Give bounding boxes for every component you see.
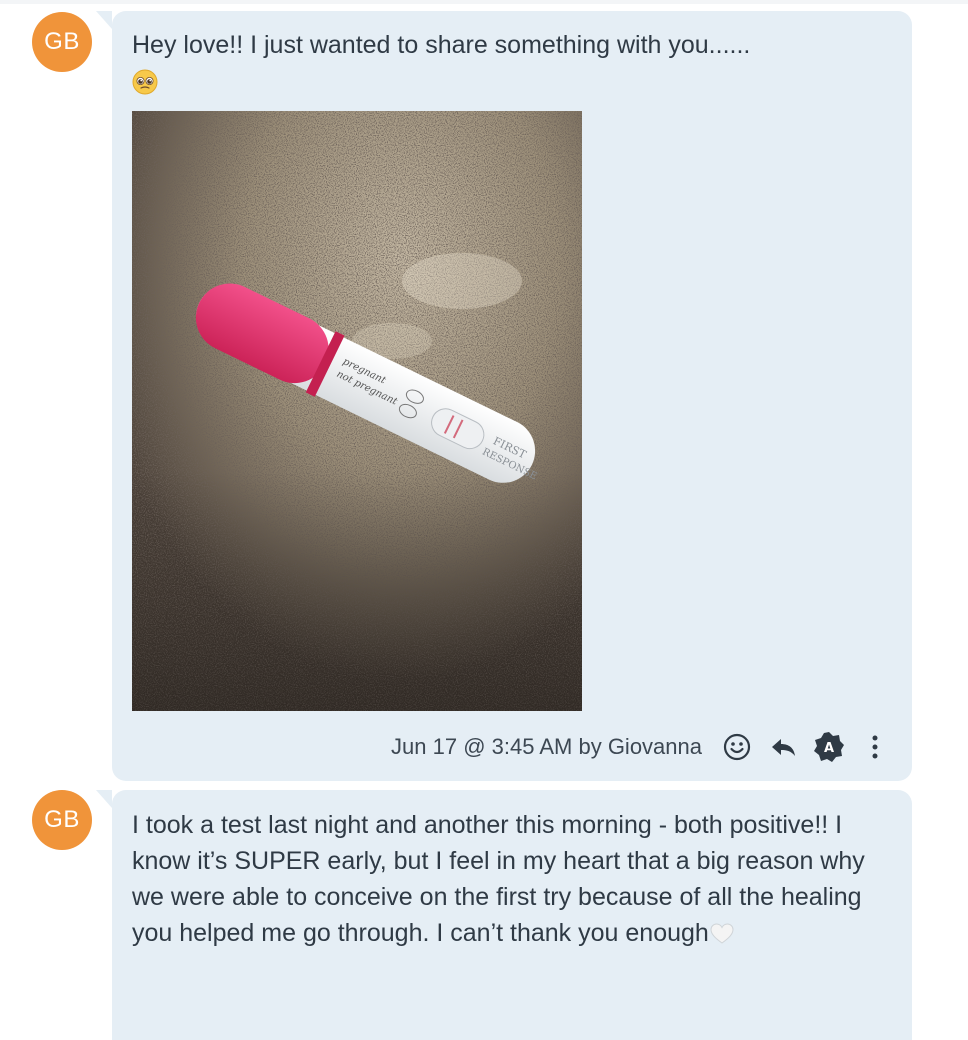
pregnancy-test-photo: pregnant not pregnant FIRST RESPONSE — [132, 111, 582, 711]
timestamp-author: Jun 17 @ 3:45 AM by Giovanna — [391, 734, 702, 759]
pleading-face-emoji — [132, 69, 158, 95]
vertical-ellipsis-icon[interactable] — [858, 730, 892, 764]
avatar[interactable]: GB — [32, 12, 92, 72]
svg-text:A: A — [824, 741, 834, 756]
translate-badge-icon[interactable]: A — [812, 730, 846, 764]
message-meta: Jun 17 @ 3:45 AM by Giovanna A — [391, 729, 892, 765]
message-thread: GB Hey love!! I just wanted to share som… — [0, 0, 968, 1040]
message-text-content: Hey love!! I just wanted to share someth… — [132, 31, 751, 59]
message-text-content: I took a test last night and another thi… — [132, 811, 865, 947]
smiley-icon[interactable] — [720, 730, 754, 764]
attached-photo[interactable]: pregnant not pregnant FIRST RESPONSE — [132, 111, 582, 711]
reply-arrow-icon[interactable] — [766, 730, 800, 764]
message-text: Hey love!! I just wanted to share someth… — [132, 27, 872, 99]
message-text: I took a test last night and another thi… — [132, 807, 872, 951]
message-bubble: Hey love!! I just wanted to share someth… — [96, 11, 912, 781]
message-bubble: I took a test last night and another thi… — [96, 790, 912, 1040]
avatar[interactable]: GB — [32, 790, 92, 850]
white-heart-emoji — [710, 923, 734, 945]
